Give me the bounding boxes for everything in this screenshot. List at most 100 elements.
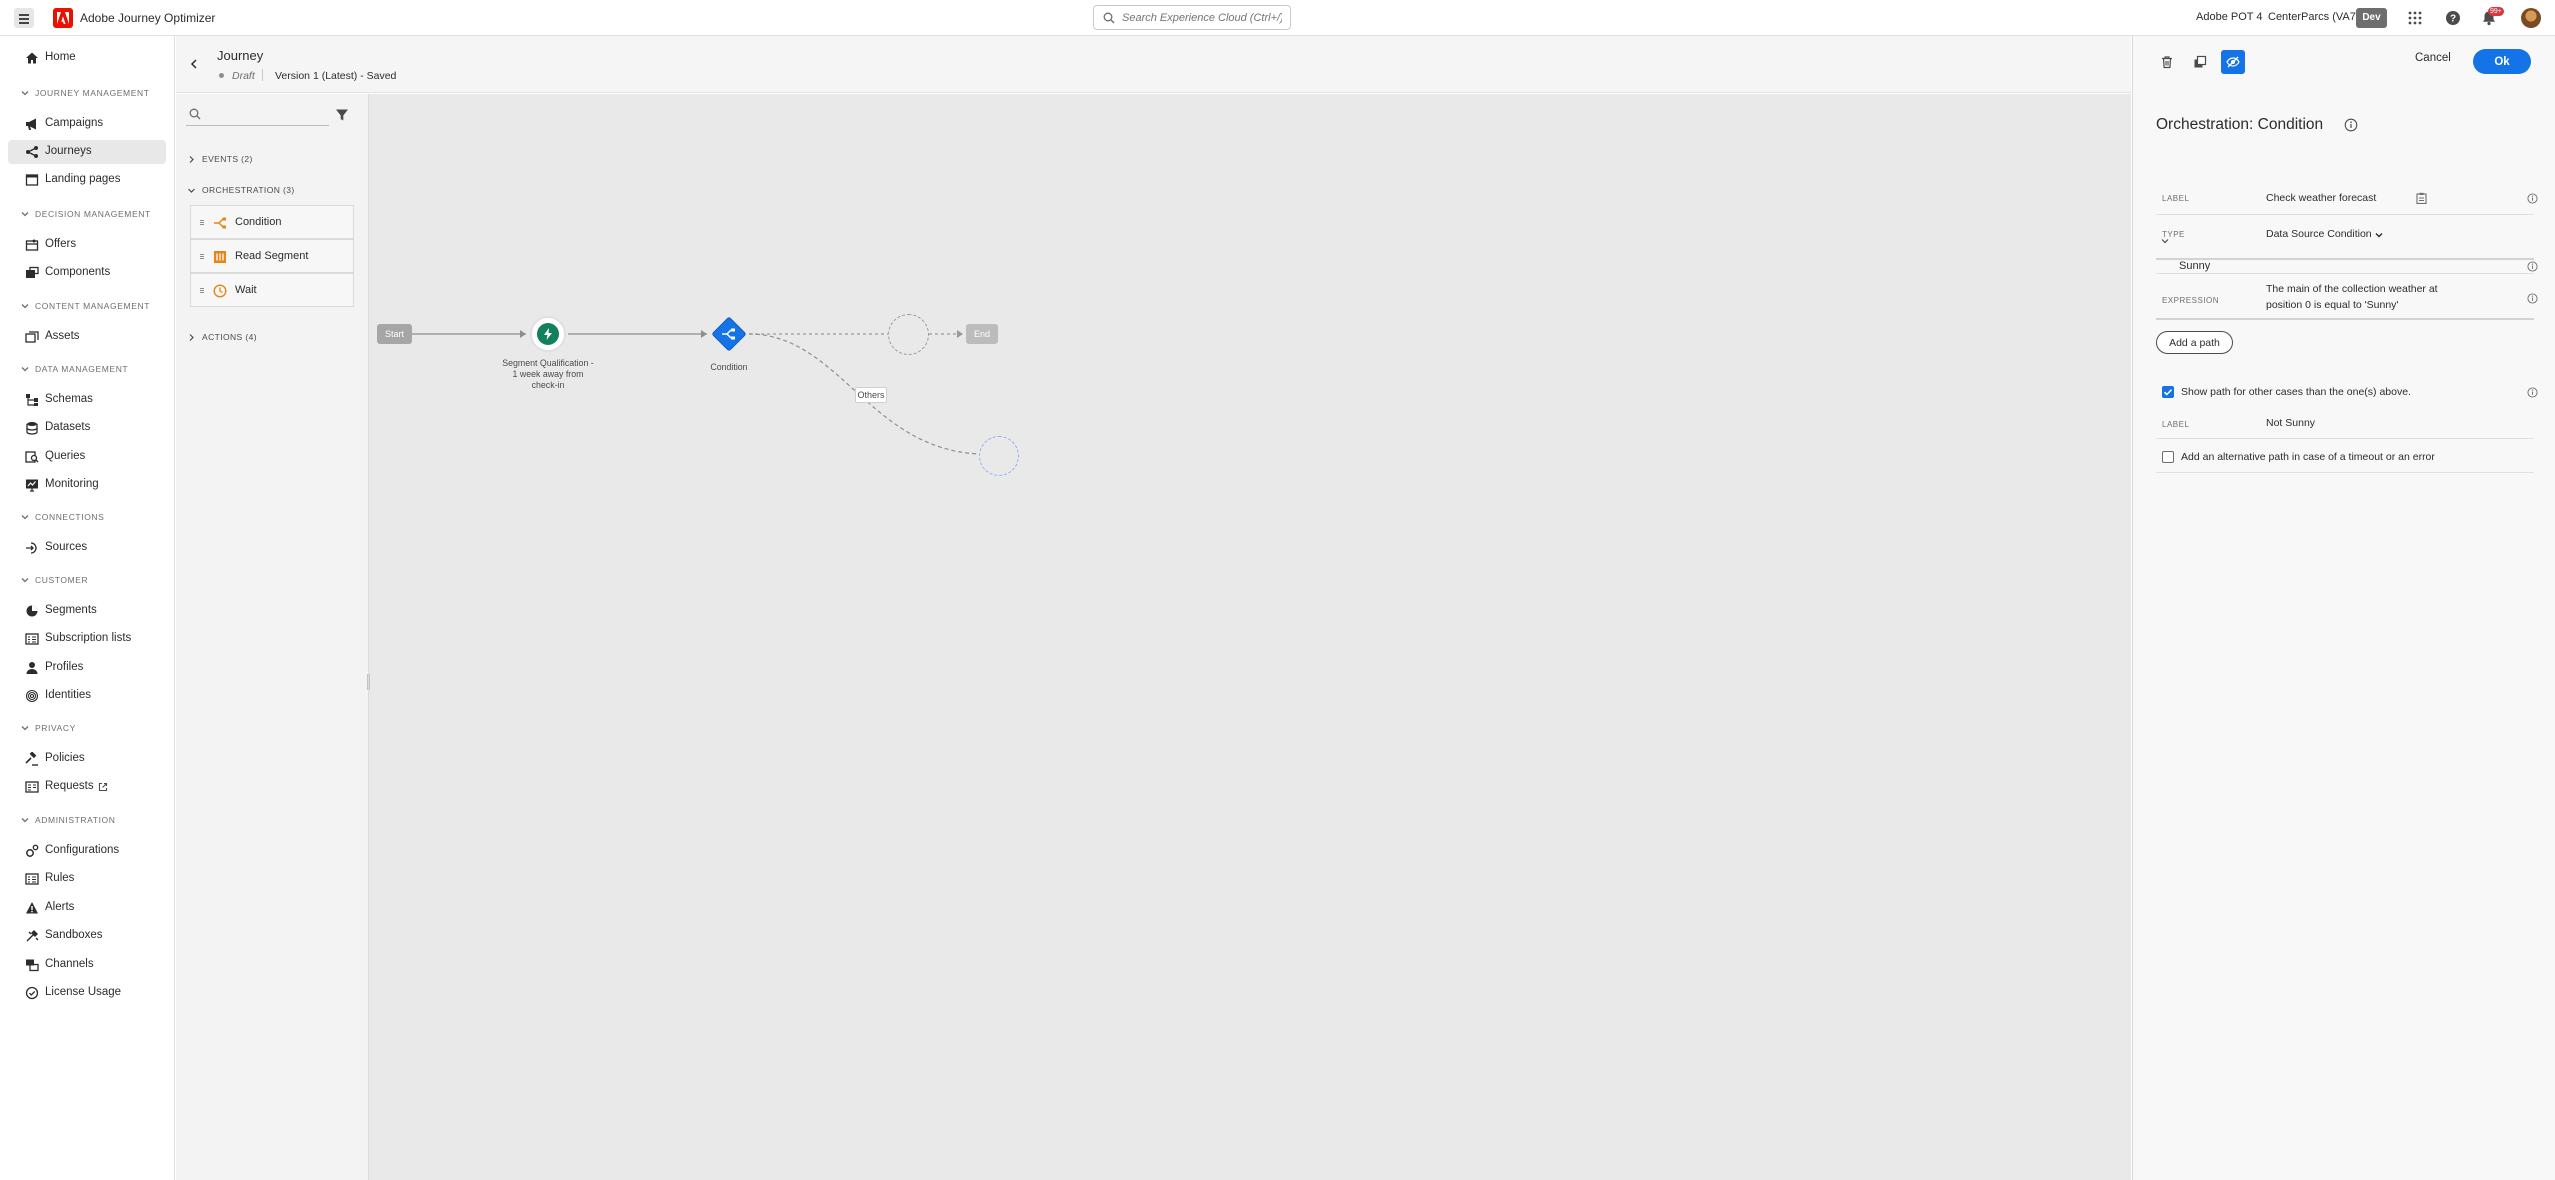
type-dropdown[interactable]: Data Source Condition: [2266, 228, 2372, 240]
dataset-icon: [26, 422, 38, 435]
assets-icon: [25, 331, 39, 343]
alternative-path-label[interactable]: Add an alternative path in case of a tim…: [2181, 451, 2435, 463]
nav-item-home[interactable]: Home: [8, 46, 166, 70]
search-field[interactable]: [1093, 5, 1291, 30]
nav-item-journeys[interactable]: Journeys: [8, 140, 166, 164]
avatar[interactable]: [2521, 8, 2541, 28]
channels-icon: [26, 959, 39, 972]
search-input[interactable]: [1122, 10, 1282, 26]
duplicate-icon: [2194, 55, 2207, 68]
checkmark-icon: [2163, 389, 2173, 396]
ok-button[interactable]: Ok: [2473, 49, 2531, 74]
empty-path-placeholder[interactable]: [888, 314, 929, 355]
nav-item-profiles[interactable]: Profiles: [8, 656, 166, 680]
nav-item-campaigns[interactable]: Campaigns: [8, 112, 166, 136]
nav-item-rules[interactable]: Rules: [8, 867, 166, 891]
palette-item-read-segment[interactable]: Read Segment: [190, 239, 354, 273]
condition-node[interactable]: [711, 316, 747, 352]
nav-item-policies[interactable]: Policies: [8, 747, 166, 771]
app-name[interactable]: Adobe Journey Optimizer: [80, 11, 215, 25]
license-icon: [25, 986, 39, 1000]
show-other-path-checkbox[interactable]: [2162, 386, 2174, 398]
nav-item-subscription-lists[interactable]: Subscription lists: [8, 627, 166, 651]
divider: [262, 69, 263, 81]
nav-item-license-usage[interactable]: License Usage: [8, 981, 166, 1005]
filter-icon[interactable]: [335, 108, 349, 122]
profile-icon: [26, 662, 38, 674]
info-icon[interactable]: [2527, 293, 2538, 304]
nav-item-components[interactable]: Components: [8, 261, 166, 285]
journey-title[interactable]: Journey: [217, 48, 263, 63]
expression-row: EXPRESSION The main of the collection we…: [2156, 275, 2538, 320]
palette-search[interactable]: [186, 102, 329, 126]
cancel-button[interactable]: Cancel: [2415, 52, 2451, 64]
search-icon: [189, 108, 201, 120]
info-icon[interactable]: [2344, 118, 2358, 132]
palette-item-condition[interactable]: Condition: [190, 205, 354, 239]
nav-item-assets[interactable]: Assets: [8, 325, 166, 349]
chevron-down-icon[interactable]: [2374, 230, 2384, 240]
info-icon[interactable]: [2527, 387, 2538, 398]
path-label-others[interactable]: Others: [855, 387, 887, 403]
journey-canvas[interactable]: Start Segment Qualification - 1 week awa…: [367, 94, 2131, 1180]
nav-item-offers[interactable]: Offers: [8, 233, 166, 257]
adobe-logo-icon[interactable]: [53, 8, 73, 28]
apps-grid-icon[interactable]: [2406, 9, 2424, 27]
nav-item-schemas[interactable]: Schemas: [8, 388, 166, 412]
panel-title: Orchestration: Condition: [2156, 116, 2324, 133]
drag-handle-icon[interactable]: [200, 220, 204, 225]
expression-key: EXPRESSION: [2162, 296, 2220, 305]
nav-item-requests[interactable]: Requests: [8, 775, 166, 799]
palette-item-wait[interactable]: Wait: [190, 273, 354, 307]
help-icon[interactable]: ?: [2444, 9, 2462, 27]
nav-item-identities[interactable]: Identities: [8, 684, 166, 708]
chevron-down-icon: [21, 515, 29, 520]
env-badge[interactable]: Dev: [2356, 8, 2387, 28]
journey-header: Journey Draft Version 1 (Latest) - Saved: [176, 36, 2131, 93]
condition-icon: [214, 217, 226, 229]
drag-handle-icon[interactable]: [200, 288, 204, 293]
chevron-down-icon: [21, 726, 29, 731]
label-value[interactable]: Check weather forecast: [2266, 192, 2376, 204]
sandbox-switcher[interactable]: CenterParcs (VA7): [2268, 11, 2360, 23]
info-icon[interactable]: [2527, 261, 2538, 272]
add-path-button[interactable]: Add a path: [2156, 331, 2233, 354]
nav-item-sandboxes[interactable]: Sandboxes: [8, 924, 166, 948]
expression-value[interactable]: The main of the collection weather at po…: [2266, 281, 2466, 313]
nav-item-sources[interactable]: Sources: [8, 536, 166, 560]
nav-item-landing-pages[interactable]: Landing pages: [8, 168, 166, 192]
nav-item-monitoring[interactable]: Monitoring: [8, 473, 166, 497]
chevron-right-icon: [189, 334, 194, 341]
back-arrow-icon[interactable]: [188, 58, 200, 70]
segment-qualification-node[interactable]: [530, 316, 566, 352]
home-icon: [26, 52, 38, 64]
drag-handle-icon[interactable]: [200, 254, 204, 259]
info-icon[interactable]: [2527, 193, 2538, 204]
menu-icon[interactable]: [14, 8, 34, 28]
fingerprint-icon: [25, 689, 39, 703]
nav-item-alerts[interactable]: Alerts: [8, 896, 166, 920]
empty-path-placeholder[interactable]: [979, 436, 1019, 476]
duplicate-button[interactable]: [2188, 50, 2212, 74]
version-label[interactable]: Version 1 (Latest) - Saved: [275, 70, 396, 82]
view-toggle-button[interactable]: [2221, 50, 2245, 74]
schema-icon: [26, 394, 38, 406]
nav-item-configurations[interactable]: Configurations: [8, 839, 166, 863]
clipboard-icon[interactable]: [2416, 192, 2427, 204]
notification-badge: 99+: [2488, 7, 2504, 16]
show-other-path-label[interactable]: Show path for other cases than the one(s…: [2181, 386, 2411, 398]
chevron-down-icon: [21, 304, 29, 309]
nav-item-segments[interactable]: Segments: [8, 599, 166, 623]
other-label-value[interactable]: Not Sunny: [2266, 417, 2315, 429]
nav-item-queries[interactable]: Queries: [8, 445, 166, 469]
other-label-row: LABEL Not Sunny: [2156, 406, 2534, 439]
path-name[interactable]: Sunny: [2179, 260, 2210, 272]
alert-icon: [26, 902, 38, 914]
nav-item-channels[interactable]: Channels: [8, 953, 166, 977]
start-node[interactable]: Start: [377, 324, 412, 344]
nav-item-datasets[interactable]: Datasets: [8, 416, 166, 440]
alternative-path-checkbox[interactable]: [2162, 451, 2174, 463]
org-switcher[interactable]: Adobe POT 4: [2196, 11, 2262, 23]
delete-button[interactable]: [2155, 50, 2179, 74]
condition-node-label: Condition: [710, 362, 748, 372]
